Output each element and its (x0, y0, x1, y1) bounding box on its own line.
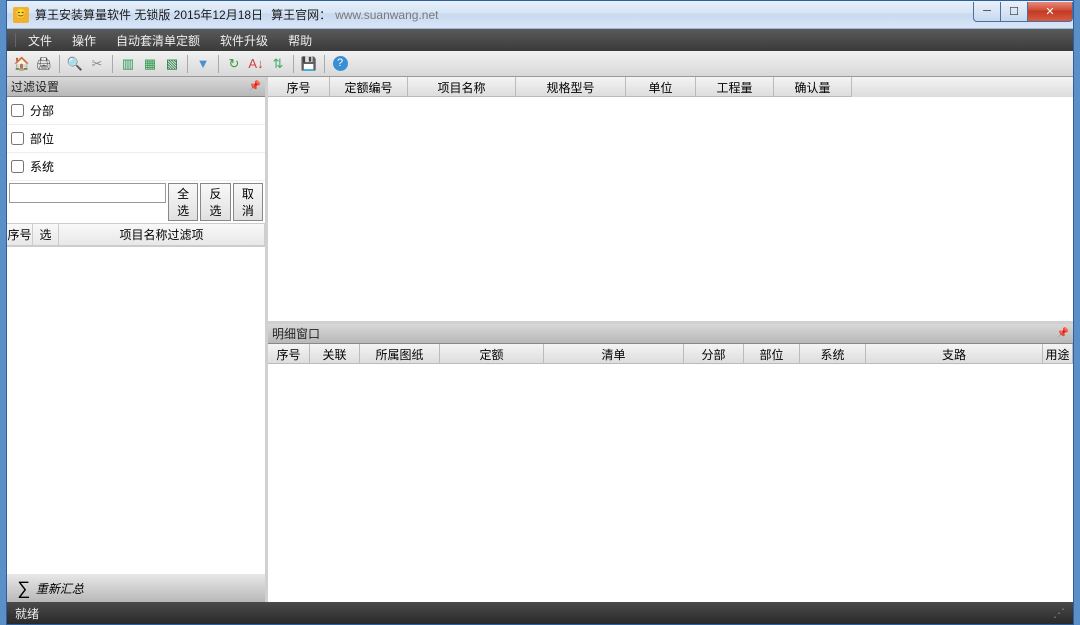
dcol-seq[interactable]: 序号 (268, 344, 310, 364)
checkbox-xitong[interactable] (11, 160, 24, 173)
filter-input[interactable] (9, 183, 166, 203)
sigma-icon: ∑ (17, 578, 30, 599)
upper-grid: 序号 定额编号 项目名称 规格型号 单位 工程量 确认量 (268, 77, 1073, 324)
filter-list-body (7, 247, 265, 574)
menubar: 文件 操作 自动套清单定额 软件升级 帮助 (7, 29, 1073, 51)
menu-operate[interactable]: 操作 (62, 30, 106, 51)
resize-grip[interactable]: ⋰ (1053, 606, 1065, 620)
detail-grid-header: 序号 关联 所属图纸 定额 清单 分部 部位 系统 支路 用途 (268, 344, 1073, 364)
refresh-icon[interactable]: ↻ (225, 55, 243, 73)
print-icon[interactable]: 🖨 (35, 55, 53, 73)
select-all-button[interactable]: 全选 (168, 183, 198, 221)
filter-title: 过滤设置 (11, 78, 59, 95)
dcol-fenbu[interactable]: 分部 (684, 344, 744, 364)
menu-file[interactable]: 文件 (18, 30, 62, 51)
detail-panel: 明细窗口 📌 序号 关联 所属图纸 定额 清单 分部 部位 系统 支路 用途 (268, 324, 1073, 602)
dcol-xitong[interactable]: 系统 (800, 344, 866, 364)
dcol-usage[interactable]: 用途 (1043, 344, 1073, 364)
upper-grid-header: 序号 定额编号 项目名称 规格型号 单位 工程量 确认量 (268, 77, 1073, 97)
detail-panel-header: 明细窗口 📌 (268, 324, 1073, 344)
status-text: 就绪 (15, 605, 39, 622)
detail-title: 明细窗口 (272, 325, 320, 342)
check-xitong[interactable]: 系统 (7, 153, 265, 181)
ucol-proj-name[interactable]: 项目名称 (408, 77, 516, 97)
close-button[interactable]: ✕ (1027, 2, 1073, 22)
menu-auto[interactable]: 自动套清单定额 (106, 30, 210, 51)
statusbar: 就绪 ⋰ (7, 602, 1073, 624)
fcol-seq[interactable]: 序号 (7, 224, 33, 245)
checkbox-fenbu[interactable] (11, 104, 24, 117)
sort-icon[interactable]: A↓ (247, 55, 265, 73)
label-fenbu: 分部 (30, 102, 54, 119)
maximize-button[interactable]: ☐ (1000, 2, 1028, 22)
check-buwei[interactable]: 部位 (7, 125, 265, 153)
detail-grid-body[interactable] (268, 364, 1073, 602)
excel-icon[interactable]: ▧ (163, 55, 181, 73)
dcol-list[interactable]: 清单 (544, 344, 684, 364)
menu-upgrade[interactable]: 软件升级 (210, 30, 278, 51)
resummary-label: 重新汇总 (36, 580, 84, 597)
app-title: 算王安装算量软件 无锁版 2015年12月18日 (35, 6, 263, 23)
dcol-buwei[interactable]: 部位 (744, 344, 800, 364)
updown-icon[interactable]: ⇅ (269, 55, 287, 73)
upper-grid-body[interactable] (268, 97, 1073, 321)
tools-icon[interactable]: ✂ (88, 55, 106, 73)
minimize-button[interactable]: ─ (973, 2, 1001, 22)
save-icon[interactable]: 💾 (300, 55, 318, 73)
ucol-unit[interactable]: 单位 (626, 77, 696, 97)
invert-select-button[interactable]: 反选 (200, 183, 230, 221)
dcol-branch[interactable]: 支路 (866, 344, 1043, 364)
dcol-drawing[interactable]: 所属图纸 (360, 344, 440, 364)
menu-help[interactable]: 帮助 (278, 30, 322, 51)
ucol-quota-no[interactable]: 定额编号 (330, 77, 408, 97)
label-xitong: 系统 (30, 158, 54, 175)
filter-icon[interactable]: ▼ (194, 55, 212, 73)
filter-columns: 序号 选 项目名称过滤项 (7, 224, 265, 247)
check-fenbu[interactable]: 分部 (7, 97, 265, 125)
search-icon[interactable]: 🔍 (66, 55, 84, 73)
label-buwei: 部位 (30, 130, 54, 147)
ucol-qty[interactable]: 工程量 (696, 77, 774, 97)
dcol-link[interactable]: 关联 (310, 344, 360, 364)
detail-pin-icon[interactable]: 📌 (1057, 328, 1069, 339)
pin-icon[interactable]: 📌 (249, 81, 261, 92)
doc1-icon[interactable]: ▥ (119, 55, 137, 73)
fcol-name[interactable]: 项目名称过滤项 (59, 224, 265, 245)
ucol-spec[interactable]: 规格型号 (516, 77, 626, 97)
resummary-button[interactable]: ∑ 重新汇总 (7, 574, 265, 602)
right-panel: 序号 定额编号 项目名称 规格型号 单位 工程量 确认量 明细窗口 📌 序号 关 (268, 77, 1073, 602)
help-icon[interactable]: ? (331, 55, 349, 73)
titlebar: 😊 算王安装算量软件 无锁版 2015年12月18日 算王官网： www.sua… (7, 1, 1073, 29)
left-panel: 过滤设置 📌 分部 部位 系统 全选 反选 取消 序号 (7, 77, 268, 602)
filter-panel-header: 过滤设置 📌 (7, 77, 265, 97)
doc2-icon[interactable]: ▦ (141, 55, 159, 73)
dcol-quota[interactable]: 定额 (440, 344, 544, 364)
site-url: www.suanwang.net (335, 8, 438, 22)
toolbar: 🏠 🖨 🔍 ✂ ▥ ▦ ▧ ▼ ↻ A↓ ⇅ 💾 ? (7, 51, 1073, 77)
ucol-seq[interactable]: 序号 (268, 77, 330, 97)
home-icon[interactable]: 🏠 (13, 55, 31, 73)
site-label: 算王官网： (271, 6, 331, 23)
ucol-confirm[interactable]: 确认量 (774, 77, 852, 97)
app-icon: 😊 (13, 7, 29, 23)
fcol-sel[interactable]: 选 (33, 224, 59, 245)
checkbox-buwei[interactable] (11, 132, 24, 145)
cancel-select-button[interactable]: 取消 (233, 183, 263, 221)
